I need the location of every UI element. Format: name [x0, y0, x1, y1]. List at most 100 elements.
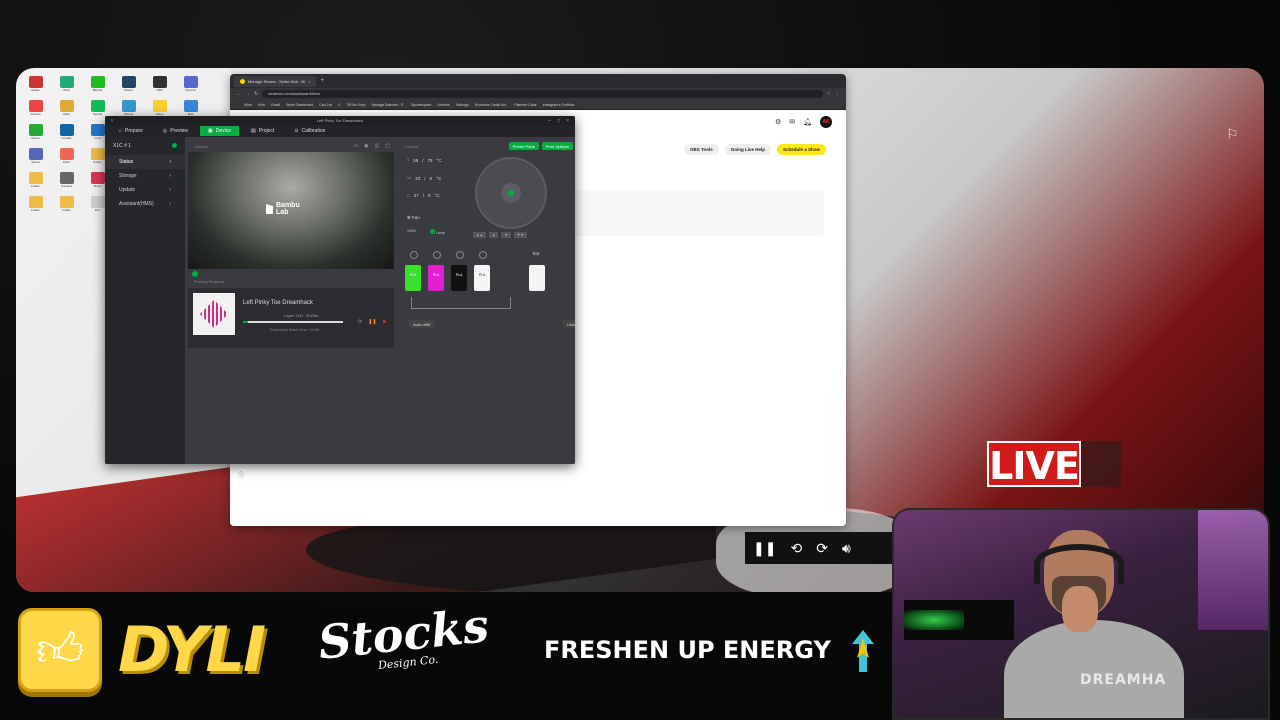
chevron-right-icon: ›: [169, 187, 171, 193]
tab-project[interactable]: ▤ Project: [243, 126, 282, 136]
bed-temp[interactable]: ▭ 23/0 °C: [407, 175, 442, 181]
browser-tab[interactable]: Manage Shows - Seller Hub - W ×: [234, 75, 317, 87]
gear-icon[interactable]: ⚙: [775, 118, 781, 126]
tab-device[interactable]: ▣ Device: [200, 126, 240, 136]
bookmark-item[interactable]: Linktree: [437, 103, 449, 107]
bookmark-item[interactable]: TikTok Shop: [346, 103, 365, 107]
schedule-show-button[interactable]: Schedule a Show: [776, 144, 826, 155]
window-title: Left Pinky Toe Dreamhack: [316, 118, 364, 123]
bookmark-item[interactable]: X: [338, 103, 340, 107]
auto-refill-button[interactable]: Auto-refill: [409, 320, 434, 328]
sidebar-item-update[interactable]: Update ›: [105, 183, 185, 197]
pause-icon[interactable]: ❚❚: [753, 540, 776, 557]
desktop-icon[interactable]: Folder: [22, 172, 49, 194]
pause-icon[interactable]: ❚❚: [368, 319, 376, 325]
ams-slot-4[interactable]: PLA: [474, 265, 490, 291]
bookmark-item[interactable]: Kids: [258, 103, 265, 107]
reload-icon[interactable]: ↻: [254, 91, 258, 97]
bookmark-item[interactable]: Settings: [456, 103, 469, 107]
whatnot-favicon-icon: [240, 78, 245, 84]
desktop-icon[interactable]: Files: [53, 100, 80, 122]
desktop-icon[interactable]: Paint: [53, 148, 80, 170]
device-selector[interactable]: X1C # 1: [105, 137, 185, 155]
temp-unit: °C: [436, 157, 442, 163]
bookmark-item[interactable]: Work: [244, 103, 252, 107]
ams-slot-1[interactable]: PLA: [405, 265, 421, 291]
desktop-icon[interactable]: Chrome: [22, 100, 49, 122]
sidebar-item-storage[interactable]: Storage ›: [105, 169, 185, 183]
refresh-icon[interactable]: ⟳: [358, 319, 362, 325]
desktop-icon[interactable]: Creality: [53, 124, 80, 146]
printer-icon: ▣: [208, 128, 213, 134]
desktop-icon[interactable]: Xbox: [53, 76, 80, 98]
home-icon[interactable]: [508, 190, 514, 196]
bookmark-item[interactable]: Cart List: [319, 103, 332, 107]
sidebar-item-status[interactable]: Status ›: [105, 155, 185, 169]
new-tab-button[interactable]: +: [320, 78, 324, 84]
background-green-light: [904, 610, 964, 630]
address-bar[interactable]: whatnot.com/dashboard/lives: [262, 90, 823, 98]
chat-icon[interactable]: ✉: [789, 118, 795, 126]
bell-icon[interactable]: 🔔︎: [803, 118, 812, 126]
control-label: Control: [405, 143, 418, 149]
record-icon[interactable]: ◉: [364, 143, 368, 149]
fullscreen-icon[interactable]: ▢: [385, 143, 390, 149]
obs-tools-button[interactable]: OBS Tools: [684, 144, 719, 155]
rewind-10-icon[interactable]: ⟲: [790, 540, 802, 557]
volume-icon[interactable]: 🔊︎: [842, 540, 851, 557]
ams-slot-3[interactable]: PLA: [451, 265, 467, 291]
browser-tab-label: Manage Shows - Seller Hub - W: [248, 78, 306, 84]
temperature-list: ⌇ 55/75 °C ▭ 23/0 °C □ 27/0 °C: [407, 157, 442, 198]
avatar[interactable]: AK: [820, 116, 832, 128]
bookmark-item[interactable]: Gmail: [271, 103, 280, 107]
timelapse-icon[interactable]: ▭: [353, 143, 358, 149]
z-up-10-button[interactable]: ▲▲: [473, 232, 486, 238]
tab-preview[interactable]: ◎ Preview: [155, 126, 196, 136]
desktop-icon[interactable]: Teams: [22, 148, 49, 170]
temp-value: 55: [413, 157, 419, 163]
forward-icon[interactable]: →: [245, 91, 250, 97]
close-tab-icon[interactable]: ×: [308, 79, 310, 84]
unload-button[interactable]: Unload: [563, 320, 575, 328]
chamber-temp[interactable]: □ 27/0 °C: [407, 193, 442, 198]
desktop-icon[interactable]: Steam: [115, 76, 142, 98]
desktop-icon[interactable]: Camera: [53, 172, 80, 194]
print-options-button[interactable]: Print Options: [541, 142, 573, 150]
desktop-icon[interactable]: Green: [22, 124, 49, 146]
z-up-button[interactable]: ▲: [488, 232, 499, 238]
snapshot-icon[interactable]: ◫: [375, 143, 380, 149]
bookmark-item[interactable]: Wooloma Credit Uni..: [475, 103, 508, 107]
tab-calibration[interactable]: ⊙ Calibration: [286, 126, 333, 136]
star-icon[interactable]: ☆: [827, 91, 831, 97]
desktop-icon[interactable]: Adobe: [22, 76, 49, 98]
z-down-10-button[interactable]: ▼▼: [513, 232, 527, 238]
nozzle-temp[interactable]: ⌇ 55/75 °C: [407, 157, 442, 163]
fan-control[interactable]: ✻ Fan: [407, 215, 420, 221]
external-spool-slot[interactable]: [529, 265, 545, 291]
bookmarks-bar: Work Kids Gmail Seller Dashboard Cart List X T…: [230, 100, 846, 110]
z-down-button[interactable]: ▼: [501, 232, 511, 238]
desktop-icon[interactable]: Folder: [53, 196, 80, 218]
lamp-toggle[interactable]: Lamp: [429, 229, 445, 235]
ams-slot-2[interactable]: PLA: [428, 265, 444, 291]
bookmark-item[interactable]: Squarespace: [411, 103, 432, 107]
bookmark-item[interactable]: Instagram's Portfolio: [543, 103, 575, 107]
going-live-help-button[interactable]: Going Live Help: [724, 144, 771, 155]
sidebar-item-assistant[interactable]: Assistant(HMS) ›: [105, 197, 185, 211]
slot-humidity-icon: [456, 251, 464, 259]
back-icon[interactable]: ←: [236, 91, 241, 97]
printer-parts-button[interactable]: Printer Parts: [508, 142, 539, 150]
desktop-icon[interactable]: OBS: [146, 76, 173, 98]
desktop-icon[interactable]: Bambu: [84, 76, 111, 98]
info-icon[interactable]: ⓘ: [238, 470, 244, 479]
jog-pad[interactable]: [475, 157, 547, 229]
desktop-icon[interactable]: Folder: [22, 196, 49, 218]
bookmark-item[interactable]: Seller Dashboard: [286, 103, 313, 107]
bookmark-item[interactable]: Manage Batches - P..: [372, 103, 405, 107]
bookmark-item[interactable]: Filament Code: [514, 103, 537, 107]
desktop-icon[interactable]: Discord: [177, 76, 204, 98]
menu-icon[interactable]: ⋮: [835, 91, 840, 97]
tab-prepare[interactable]: ⌂ Prepare: [111, 126, 151, 136]
forward-10-icon[interactable]: ⟳: [816, 540, 828, 557]
stop-icon[interactable]: ■: [383, 319, 386, 325]
